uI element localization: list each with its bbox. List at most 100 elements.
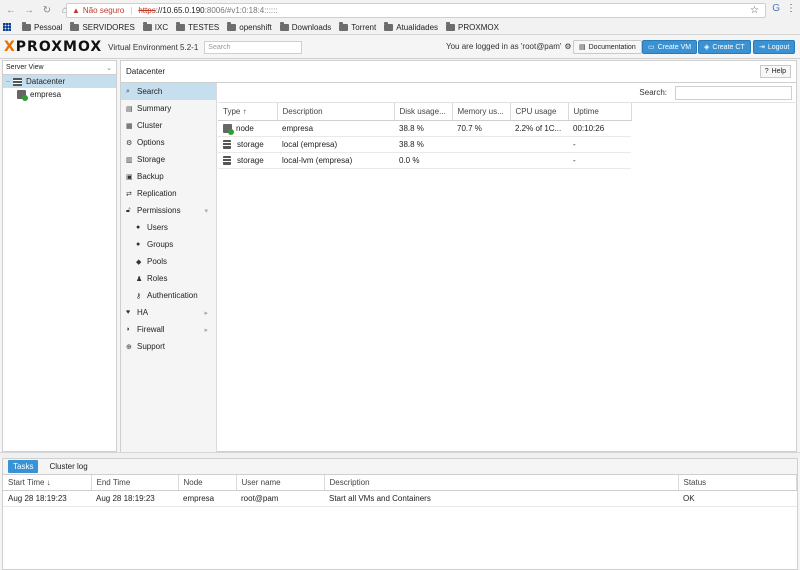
user-icon: ● bbox=[136, 224, 141, 231]
col-uptime[interactable]: Uptime bbox=[568, 103, 632, 121]
bookmark-folder[interactable]: Atualidades bbox=[384, 21, 438, 32]
menu-item-roles[interactable]: ♟ Roles bbox=[121, 270, 216, 287]
male-icon: ♟ bbox=[136, 275, 143, 283]
menu-item-search[interactable]: ⌕ Search bbox=[121, 83, 216, 100]
col-description[interactable]: Description bbox=[324, 475, 679, 491]
col-end-time[interactable]: End Time bbox=[91, 475, 179, 491]
apps-icon bbox=[3, 23, 11, 31]
content-panel: Datacenter ? Help ⌕ Search ▤ Summary ▦ Clust… bbox=[120, 60, 797, 452]
menu-item-firewall[interactable]: ◗ Firewall ▸ bbox=[121, 321, 216, 338]
logout-button[interactable]: ⇥ Logout bbox=[753, 40, 796, 54]
col-cpu[interactable]: CPU usage bbox=[510, 103, 569, 121]
folder-icon bbox=[384, 21, 394, 31]
warning-icon: ▲ bbox=[72, 6, 80, 15]
menu-item-summary[interactable]: ▤ Summary bbox=[121, 100, 216, 117]
cube-icon: ◈ bbox=[704, 44, 710, 51]
tab-tasks[interactable]: Tasks bbox=[8, 460, 39, 473]
menu-item-authentication[interactable]: ⚷ Authentication bbox=[121, 287, 216, 304]
bookmark-folder[interactable]: Torrent bbox=[339, 21, 376, 32]
folder-icon bbox=[279, 21, 289, 31]
bookmark-folder[interactable]: Downloads bbox=[279, 21, 331, 32]
bookmark-folder[interactable]: IXC bbox=[142, 21, 168, 32]
content-header: Datacenter ? Help bbox=[121, 61, 796, 83]
key-icon: ⚷ bbox=[136, 292, 142, 300]
bookmark-apps[interactable] bbox=[3, 23, 14, 31]
table-row[interactable]: Aug 28 18:19:23 Aug 28 18:19:23 empresa … bbox=[3, 490, 797, 507]
url-separator: | bbox=[130, 6, 133, 15]
menu-item-pools[interactable]: ◆ Pools bbox=[121, 253, 216, 270]
star-icon[interactable]: ☆ bbox=[750, 5, 759, 16]
back-icon[interactable]: ← bbox=[4, 3, 18, 17]
resource-grid: Type ↑ Description Disk usage... Memory … bbox=[218, 103, 632, 169]
bookmark-folder[interactable]: SERVIDORES bbox=[70, 21, 135, 32]
bookmark-folder[interactable]: Pessoal bbox=[22, 21, 62, 32]
insecure-label: Não seguro bbox=[82, 6, 125, 15]
bookmark-folder[interactable]: TESTES bbox=[176, 21, 219, 32]
node-online-icon bbox=[223, 123, 234, 135]
menu-item-storage[interactable]: ▥ Storage bbox=[121, 151, 216, 168]
col-node[interactable]: Node bbox=[178, 475, 237, 491]
col-type[interactable]: Type ↑ bbox=[218, 103, 278, 121]
bookmark-folder[interactable]: PROXMOX bbox=[446, 21, 499, 32]
datacenter-menu: ⌕ Search ▤ Summary ▦ Cluster ⚙ Options ▥ Stor… bbox=[121, 83, 217, 452]
reload-icon[interactable]: ↻ bbox=[40, 3, 54, 17]
col-memory[interactable]: Memory us... bbox=[452, 103, 511, 121]
proxmox-logo: X PROXMOX bbox=[4, 39, 103, 55]
desktop-icon: ▭ bbox=[648, 44, 655, 51]
col-start-time[interactable]: Start Time ↓ bbox=[3, 475, 92, 491]
create-ct-button[interactable]: ◈ Create CT bbox=[698, 40, 751, 54]
search-view: Search: Type ↑ Description Disk usage...… bbox=[218, 83, 797, 452]
server-rack-icon bbox=[13, 77, 22, 86]
book-icon: ▤ bbox=[579, 44, 586, 51]
menu-item-groups[interactable]: ● Groups bbox=[121, 236, 216, 253]
tab-cluster-log[interactable]: Cluster log bbox=[44, 460, 92, 473]
address-bar[interactable]: ▲ Não seguro | https ://10.65.0.190 :800… bbox=[66, 3, 766, 18]
chevron-down-icon: ⌄ bbox=[106, 64, 112, 72]
documentation-button[interactable]: ▤ Documentation bbox=[573, 40, 642, 54]
translate-icon[interactable]: G bbox=[772, 3, 780, 14]
folder-icon bbox=[22, 21, 31, 31]
tree-item-node[interactable]: empresa bbox=[3, 88, 116, 101]
menu-dots-icon[interactable]: ⋮ bbox=[786, 3, 796, 14]
forward-icon[interactable]: → bbox=[22, 3, 36, 17]
summary-icon: ▤ bbox=[126, 105, 133, 113]
menu-item-ha[interactable]: ♥ HA ▸ bbox=[121, 304, 216, 321]
gear-icon: ⚙ bbox=[126, 139, 133, 147]
menu-item-permissions[interactable]: 🔓︎ Permissions ▾ bbox=[121, 202, 216, 219]
folder-icon bbox=[339, 21, 349, 31]
help-button[interactable]: ? Help bbox=[759, 65, 791, 78]
gear-icon[interactable]: ⚙ bbox=[564, 42, 571, 51]
storage-icon bbox=[223, 139, 231, 149]
menu-item-options[interactable]: ⚙ Options bbox=[121, 134, 216, 151]
menu-item-replication[interactable]: ⇄ Replication bbox=[121, 185, 216, 202]
node-online-icon bbox=[17, 90, 28, 101]
table-row[interactable]: storage local-lvm (empresa) 0.0 % - bbox=[218, 152, 631, 169]
col-user[interactable]: User name bbox=[236, 475, 325, 491]
menu-item-users[interactable]: ● Users bbox=[121, 219, 216, 236]
search-toolbar: Search: bbox=[218, 83, 797, 103]
chevron-down-icon: ▾ bbox=[204, 207, 208, 215]
menu-item-support[interactable]: ⊕ Support bbox=[121, 338, 216, 355]
col-status[interactable]: Status bbox=[678, 475, 797, 491]
collapse-icon[interactable]: – bbox=[6, 78, 13, 85]
tree-item-datacenter[interactable]: – Datacenter bbox=[3, 75, 116, 88]
bookmark-folder[interactable]: openshift bbox=[227, 21, 272, 32]
sign-out-icon: ⇥ bbox=[759, 44, 765, 51]
view-selector[interactable]: Server View ⌄ bbox=[3, 61, 116, 75]
menu-item-backup[interactable]: ▣ Backup bbox=[121, 168, 216, 185]
url-scheme: https bbox=[138, 6, 156, 15]
create-vm-button[interactable]: ▭ Create VM bbox=[642, 40, 698, 54]
col-disk[interactable]: Disk usage... bbox=[394, 103, 453, 121]
storage-icon: ▥ bbox=[126, 156, 133, 164]
replication-icon: ⇄ bbox=[126, 190, 132, 198]
header-search-input[interactable]: Search bbox=[204, 40, 303, 54]
logged-in-text: You are logged in as 'root@pam' ⚙ bbox=[446, 42, 572, 51]
col-description[interactable]: Description bbox=[277, 103, 395, 121]
table-row[interactable]: node empresa 38.8 % 70.7 % 2.2% of 1C...… bbox=[218, 120, 631, 137]
table-row[interactable]: storage local (empresa) 38.8 % - bbox=[218, 136, 631, 153]
resource-search-input[interactable] bbox=[675, 85, 792, 100]
users-icon: ● bbox=[136, 241, 141, 248]
question-icon: ? bbox=[764, 68, 769, 75]
version-title: Virtual Environment 5.2-1 bbox=[108, 42, 199, 52]
menu-item-cluster[interactable]: ▦ Cluster bbox=[121, 117, 216, 134]
